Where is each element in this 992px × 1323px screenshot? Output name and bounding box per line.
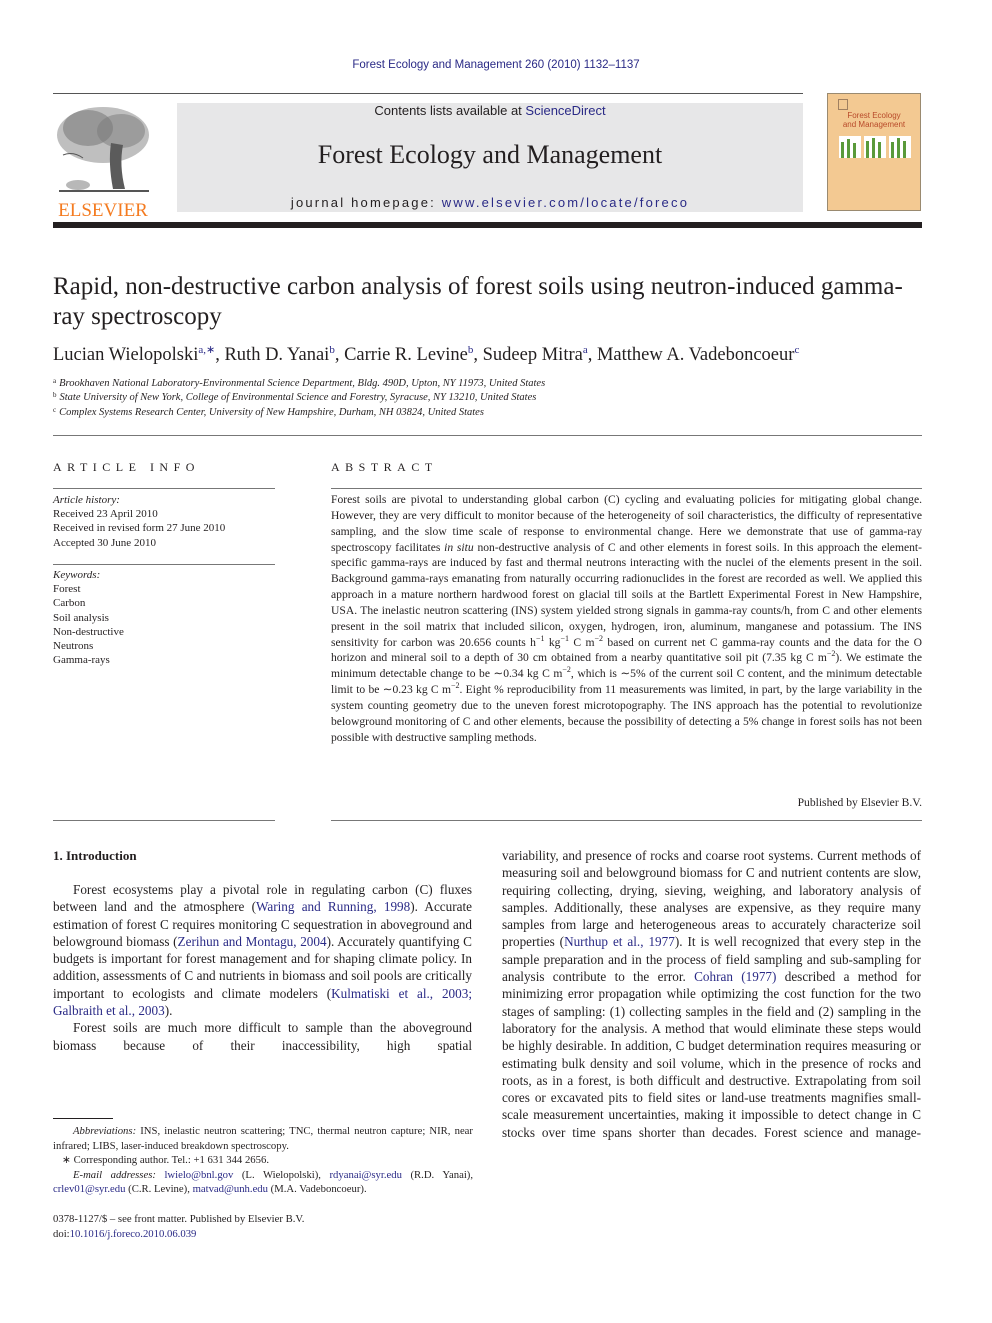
article-info-heading: ARTICLE INFO: [53, 460, 200, 474]
keyword: Forest: [53, 583, 81, 596]
intro-right-column: variability, and presence of rocks and c…: [502, 847, 921, 1141]
footnote-rule: [53, 1118, 113, 1119]
masthead-rule: [53, 222, 922, 228]
doi-line: doi:10.1016/j.foreco.2010.06.039: [53, 1228, 197, 1240]
keyword: Gamma-rays: [53, 654, 110, 667]
footnotes: Abbreviations: INS, inelastic neutron sc…: [53, 1124, 473, 1197]
affiliation-divider: [53, 435, 922, 436]
abbreviations-note: Abbreviations: INS, inelastic neutron sc…: [53, 1125, 473, 1152]
tree-icon: [57, 107, 149, 192]
divider: [331, 820, 922, 821]
divider: [53, 820, 275, 821]
keywords: Keywords: Forest Carbon Soil analysis No…: [53, 569, 124, 667]
homepage-link[interactable]: www.elsevier.com/locate/foreco: [442, 195, 689, 210]
journal-title: Forest Ecology and Management: [317, 140, 663, 169]
affiliation: b State University of New York, College o…: [53, 391, 537, 403]
elsevier-wordmark: ELSEVIER: [58, 200, 148, 221]
header-divider: [53, 93, 803, 94]
section-heading-introduction: 1. Introduction: [53, 848, 137, 863]
elsevier-logo: ELSEVIER: [53, 103, 153, 220]
corresponding-author-note: ∗ Corresponding author. Tel.: +1 631 344…: [62, 1154, 269, 1166]
abstract-heading: ABSTRACT: [331, 460, 438, 474]
author: Ruth D. Yanaib,: [224, 344, 345, 365]
issn-line: 0378-1127/$ – see front matter. Publishe…: [53, 1213, 305, 1225]
journal-homepage: journal homepage: www.elsevier.com/locat…: [290, 195, 690, 210]
front-matter: 0378-1127/$ – see front matter. Publishe…: [53, 1212, 304, 1242]
cover-trees-icon: [839, 136, 911, 158]
journal-banner: Contents lists available at ScienceDirec…: [177, 103, 803, 212]
cover-logo-icon: [838, 99, 848, 110]
paragraph: Forest soils are much more difficult to …: [53, 1020, 472, 1053]
author-list: Lucian Wielopolskia,∗, Ruth D. Yanaib, C…: [53, 343, 799, 366]
keyword: Soil analysis: [53, 611, 109, 624]
doi-link[interactable]: 10.1016/j.foreco.2010.06.039: [70, 1228, 197, 1240]
article-title: Rapid, non-destructive carbon analysis o…: [53, 273, 903, 330]
divider: [53, 488, 275, 489]
history-item: Received 23 April 2010: [53, 508, 158, 521]
cover-title: Forest Ecology and Management: [842, 111, 906, 129]
intro-left-column: Forest ecosystems play a pivotal role in…: [53, 881, 472, 1054]
paragraph: variability, and presence of rocks and c…: [502, 848, 922, 1140]
email-link[interactable]: rdyanai@syr.edu: [330, 1169, 402, 1181]
author: Sudeep Mitraa,: [482, 344, 597, 365]
paragraph: Forest ecosystems play a pivotal role in…: [53, 882, 473, 1019]
affiliation: c Complex Systems Research Center, Univer…: [53, 406, 484, 418]
citation-link[interactable]: Cohran (1977): [694, 969, 776, 984]
email-link[interactable]: crlev01@syr.edu: [53, 1183, 125, 1195]
article-history: Article history: Received 23 April 2010 …: [53, 494, 226, 549]
history-item: Accepted 30 June 2010: [53, 536, 156, 549]
email-addresses: E-mail addresses: lwielo@bnl.gov (L. Wie…: [53, 1168, 474, 1196]
divider: [331, 488, 922, 489]
author: Matthew A. Vadeboncoeurc: [596, 344, 800, 365]
history-item: Received in revised form 27 June 2010: [53, 522, 226, 535]
email-link[interactable]: lwielo@bnl.gov: [164, 1169, 233, 1181]
citation-link[interactable]: Zerihun and Montagu, 2004: [178, 934, 327, 949]
contents-line: Contents lists available at ScienceDirec…: [374, 103, 606, 118]
citation-link[interactable]: Waring and Running, 1998: [256, 899, 410, 914]
keyword: Carbon: [53, 597, 86, 610]
journal-cover[interactable]: Forest Ecology and Management: [827, 93, 921, 211]
divider: [53, 564, 275, 565]
sciencedirect-link[interactable]: ScienceDirect: [525, 103, 605, 118]
email-link[interactable]: matvad@unh.edu: [193, 1183, 268, 1195]
keyword: Non-destructive: [53, 625, 124, 638]
author: Carrie R. Levineb,: [344, 344, 483, 365]
abstract-text: Forest soils are pivotal to understandin…: [331, 493, 923, 744]
keyword: Neutrons: [53, 640, 94, 653]
published-by: Published by Elsevier B.V.: [797, 796, 922, 809]
author: Lucian Wielopolskia,∗,: [53, 344, 225, 365]
citation-link[interactable]: Nurthup et al., 1977: [564, 934, 675, 949]
affiliation: a Brookhaven National Laboratory-Environm…: [53, 377, 546, 389]
running-header[interactable]: Forest Ecology and Management 260 (2010)…: [0, 59, 992, 71]
